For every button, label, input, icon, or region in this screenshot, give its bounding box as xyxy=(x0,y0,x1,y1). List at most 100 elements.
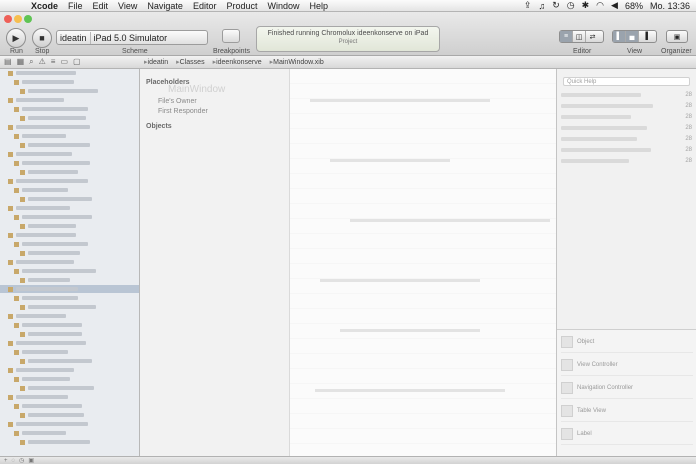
inspector-row[interactable]: 28 xyxy=(561,123,692,132)
library-item[interactable]: Navigation Controller xyxy=(561,378,693,399)
library-item[interactable]: Table View xyxy=(561,401,693,422)
navigator-row[interactable] xyxy=(0,357,139,365)
log-navigator-icon[interactable]: ▢ xyxy=(73,57,81,67)
navigator-row[interactable] xyxy=(0,348,139,356)
close-window-button[interactable] xyxy=(4,15,12,23)
navigator-row[interactable] xyxy=(0,285,139,293)
navigator-row[interactable] xyxy=(0,438,139,446)
time-machine-icon[interactable]: ◷ xyxy=(567,0,575,11)
jump-bar-crumb[interactable]: ideenkonserve xyxy=(209,58,266,66)
standard-editor-icon[interactable]: ≡ xyxy=(560,31,573,42)
scm-status-icon[interactable]: ▣ xyxy=(28,457,34,464)
navigator-row[interactable] xyxy=(0,276,139,284)
scheme-selector[interactable]: ideatin iPad 5.0 Simulator xyxy=(56,30,208,45)
wifi-icon[interactable]: ◠ xyxy=(596,0,604,11)
navigator-row[interactable] xyxy=(0,303,139,311)
symbol-navigator-icon[interactable]: ▦ xyxy=(17,57,25,67)
navigator-row[interactable] xyxy=(0,312,139,320)
navigator-row[interactable] xyxy=(0,384,139,392)
view-control[interactable]: ▌ ▄ ▐ xyxy=(612,30,657,43)
bluetooth-icon[interactable]: ✱ xyxy=(582,0,590,11)
navigator-row[interactable] xyxy=(0,249,139,257)
first-responder-item[interactable]: First Responder xyxy=(146,108,283,115)
battery-indicator[interactable]: 68% xyxy=(625,1,643,11)
navigator-row[interactable] xyxy=(0,177,139,185)
inspector-row[interactable]: 28 xyxy=(561,112,692,121)
library-item[interactable]: Object xyxy=(561,332,693,353)
navigator-row[interactable] xyxy=(0,96,139,104)
menu-clock[interactable]: Mo. 13:36 xyxy=(650,1,690,11)
navigator-row[interactable] xyxy=(0,114,139,122)
navigator-row[interactable] xyxy=(0,402,139,410)
navigator-row[interactable] xyxy=(0,411,139,419)
navigator-row[interactable] xyxy=(0,339,139,347)
navigator-row[interactable] xyxy=(0,213,139,221)
menu-help[interactable]: Help xyxy=(305,1,334,11)
assistant-editor-icon[interactable]: ◫ xyxy=(573,31,586,42)
inspector-row[interactable]: 28 xyxy=(561,134,692,143)
scheme-destination[interactable]: iPad 5.0 Simulator xyxy=(91,33,171,43)
inspector-row[interactable]: 28 xyxy=(561,101,692,110)
jump-bar-crumb[interactable]: MainWindow.xib xyxy=(266,58,328,66)
navigator-row[interactable] xyxy=(0,78,139,86)
breakpoints-button[interactable] xyxy=(222,29,240,43)
navigator-row[interactable] xyxy=(0,330,139,338)
jump-bar-crumb[interactable]: Classes xyxy=(172,58,208,66)
navigator-row[interactable] xyxy=(0,87,139,95)
menu-view[interactable]: View xyxy=(113,1,142,11)
library-item[interactable]: View Controller xyxy=(561,355,693,376)
run-button[interactable]: ▶ xyxy=(6,28,26,48)
version-editor-icon[interactable]: ⇄ xyxy=(586,31,599,42)
files-owner-item[interactable]: File's Owner xyxy=(146,98,283,105)
navigator-row[interactable] xyxy=(0,105,139,113)
navigator-row[interactable] xyxy=(0,393,139,401)
recent-files-icon[interactable]: ◷ xyxy=(19,457,24,464)
navigator-row[interactable] xyxy=(0,168,139,176)
minimize-window-button[interactable] xyxy=(14,15,22,23)
navigator-toggle-icon[interactable]: ▌ xyxy=(613,31,626,42)
navigator-row[interactable] xyxy=(0,231,139,239)
navigator-row[interactable] xyxy=(0,132,139,140)
volume-icon[interactable]: ◀ xyxy=(611,0,618,11)
stop-button[interactable]: ■ xyxy=(32,28,52,48)
project-navigator-icon[interactable]: ▤ xyxy=(4,57,12,67)
breakpoint-navigator-icon[interactable]: ▭ xyxy=(60,57,68,67)
utilities-toggle-icon[interactable]: ▐ xyxy=(639,31,652,42)
navigator-row[interactable] xyxy=(0,420,139,428)
navigator-row[interactable] xyxy=(0,150,139,158)
menu-navigate[interactable]: Navigate xyxy=(142,1,188,11)
editor-canvas[interactable] xyxy=(290,69,556,456)
navigator-row[interactable] xyxy=(0,258,139,266)
add-icon[interactable]: + xyxy=(4,458,8,464)
notes-icon[interactable]: ♫ xyxy=(538,1,545,11)
inspector-row[interactable]: 28 xyxy=(561,90,692,99)
debug-navigator-icon[interactable]: ≡ xyxy=(51,57,56,67)
menu-window[interactable]: Window xyxy=(262,1,304,11)
library-item[interactable]: Label xyxy=(561,424,693,445)
zoom-window-button[interactable] xyxy=(24,15,32,23)
navigator-row[interactable] xyxy=(0,186,139,194)
navigator-row[interactable] xyxy=(0,321,139,329)
navigator-row[interactable] xyxy=(0,195,139,203)
navigator-row[interactable] xyxy=(0,204,139,212)
menu-edit[interactable]: Edit xyxy=(88,1,114,11)
menu-product[interactable]: Product xyxy=(221,1,262,11)
navigator-row[interactable] xyxy=(0,366,139,374)
objects-header[interactable]: Objects xyxy=(146,123,283,130)
editor-mode-control[interactable]: ≡ ◫ ⇄ xyxy=(559,30,604,43)
filter-icon[interactable]: ◌ xyxy=(12,458,16,464)
organizer-button[interactable]: ▣ xyxy=(666,30,688,43)
issue-navigator-icon[interactable]: ⚠ xyxy=(39,57,46,67)
menu-editor[interactable]: Editor xyxy=(188,1,222,11)
search-navigator-icon[interactable]: ⌕ xyxy=(29,57,33,67)
sync-icon[interactable]: ↻ xyxy=(552,0,560,11)
jump-bar-crumb[interactable]: ideatin xyxy=(140,58,172,66)
navigator-row[interactable] xyxy=(0,123,139,131)
navigator-row[interactable] xyxy=(0,69,139,77)
menu-file[interactable]: File xyxy=(63,1,88,11)
menu-app-name[interactable]: Xcode xyxy=(26,1,63,11)
inspector-row[interactable]: 28 xyxy=(561,145,692,154)
dropbox-icon[interactable]: ⇪ xyxy=(524,0,532,11)
debug-area-toggle-icon[interactable]: ▄ xyxy=(626,31,639,42)
inspector-row[interactable]: 28 xyxy=(561,156,692,165)
